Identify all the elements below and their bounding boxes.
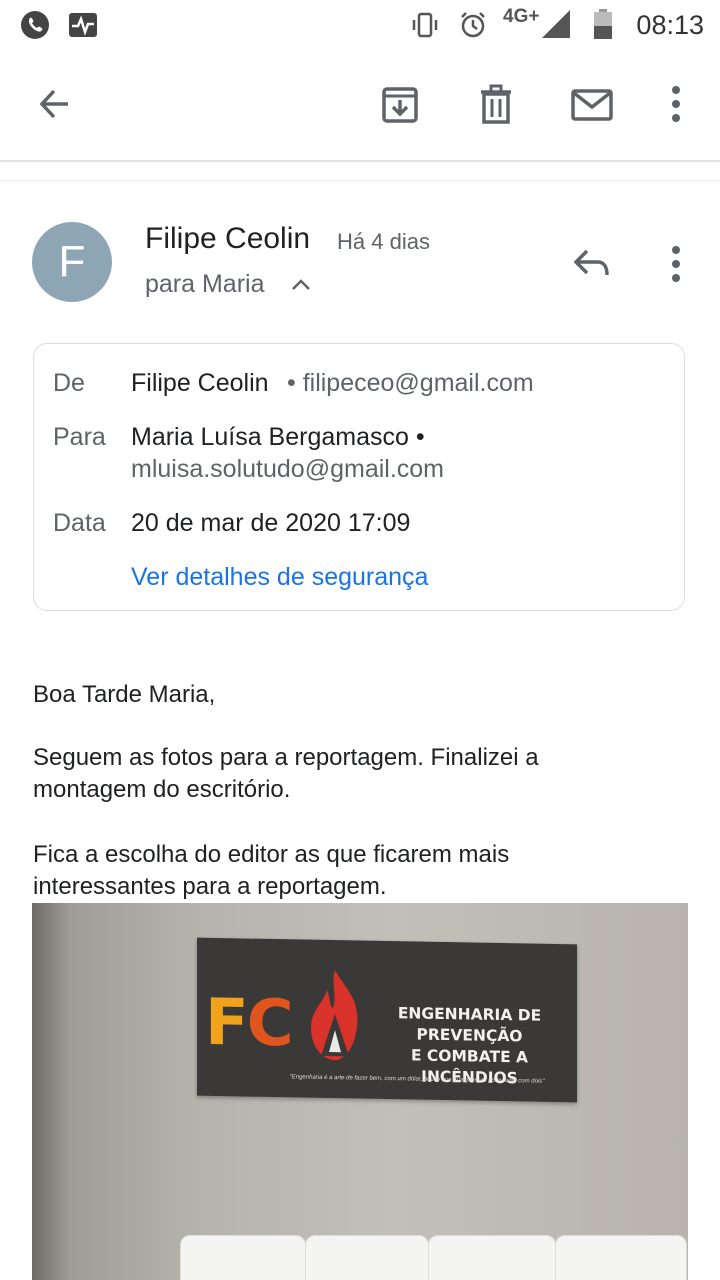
back-arrow-icon bbox=[39, 89, 68, 119]
body-line: interessantes para a reportagem. bbox=[33, 873, 387, 900]
from-name: Filipe Ceolin bbox=[131, 369, 269, 397]
archive-button[interactable] bbox=[376, 80, 424, 128]
wall-shadow bbox=[32, 903, 72, 1280]
avatar[interactable]: F bbox=[32, 222, 112, 302]
back-button[interactable] bbox=[30, 80, 78, 128]
activity-icon bbox=[69, 13, 97, 37]
message-more-button[interactable] bbox=[652, 240, 700, 288]
body-line: Seguem as fotos para a reportagem. Final… bbox=[33, 744, 539, 771]
to-name: Maria Luísa Bergamasco • bbox=[131, 423, 425, 451]
status-bar: 4G+ 08:13 bbox=[0, 0, 720, 50]
body-line: montagem do escritório. bbox=[33, 776, 291, 803]
sofa-cushion bbox=[555, 1235, 687, 1280]
to-label: Para bbox=[53, 423, 106, 451]
phone-icon bbox=[21, 11, 49, 39]
battery-icon bbox=[594, 9, 612, 39]
company-banner: FC ENGENHARIA DE PREVENÇÃO E COMBATE A I… bbox=[197, 937, 577, 1103]
flame-logo-icon bbox=[311, 970, 358, 1061]
body-line: Fica a escolha do editor as que ficarem … bbox=[33, 841, 510, 868]
mark-unread-icon bbox=[571, 89, 613, 121]
from-label: De bbox=[53, 369, 85, 397]
mark-unread-button[interactable] bbox=[568, 80, 616, 128]
chevron-up-icon[interactable] bbox=[290, 276, 312, 292]
reply-button[interactable] bbox=[568, 240, 616, 288]
delete-button[interactable] bbox=[472, 80, 520, 128]
sofa-cushion bbox=[180, 1235, 306, 1280]
network-type: 4G+ bbox=[503, 6, 540, 27]
delete-icon bbox=[481, 84, 511, 124]
time-ago: Há 4 dias bbox=[337, 229, 430, 254]
date-value: 20 de mar de 2020 17:09 bbox=[131, 509, 411, 537]
from-email: • filipeceo@gmail.com bbox=[287, 369, 534, 397]
banner-line: ENGENHARIA DE PREVENÇÃO bbox=[397, 1004, 542, 1046]
sofa-cushion bbox=[305, 1235, 429, 1280]
company-logo: FC bbox=[205, 986, 292, 1062]
thread-divider bbox=[0, 180, 720, 181]
sender-name: Filipe Ceolin bbox=[145, 222, 311, 255]
date-label: Data bbox=[53, 509, 106, 537]
to-email: mluisa.solutudo@gmail.com bbox=[131, 455, 445, 483]
alarm-icon bbox=[461, 12, 485, 38]
more-options-button[interactable] bbox=[652, 80, 700, 128]
reply-icon bbox=[573, 249, 609, 276]
app-bar-divider bbox=[0, 160, 720, 162]
body-greeting: Boa Tarde Maria, bbox=[33, 681, 216, 708]
app-bar bbox=[0, 62, 720, 146]
sofa-cushion bbox=[428, 1235, 556, 1280]
inline-photo[interactable]: FC ENGENHARIA DE PREVENÇÃO E COMBATE A I… bbox=[32, 903, 688, 1280]
clock: 08:13 bbox=[636, 10, 704, 40]
more-vert-icon bbox=[672, 86, 680, 122]
logo-letter-f: F bbox=[205, 985, 247, 1061]
signal-icon bbox=[542, 10, 570, 38]
more-vert-icon bbox=[672, 246, 680, 282]
recipient-summary[interactable]: para Maria bbox=[145, 270, 265, 299]
logo-letter-c: C bbox=[246, 986, 292, 1062]
vibrate-icon bbox=[412, 12, 438, 38]
archive-icon bbox=[382, 87, 418, 123]
security-details-link[interactable]: Ver detalhes de segurança bbox=[131, 563, 428, 592]
